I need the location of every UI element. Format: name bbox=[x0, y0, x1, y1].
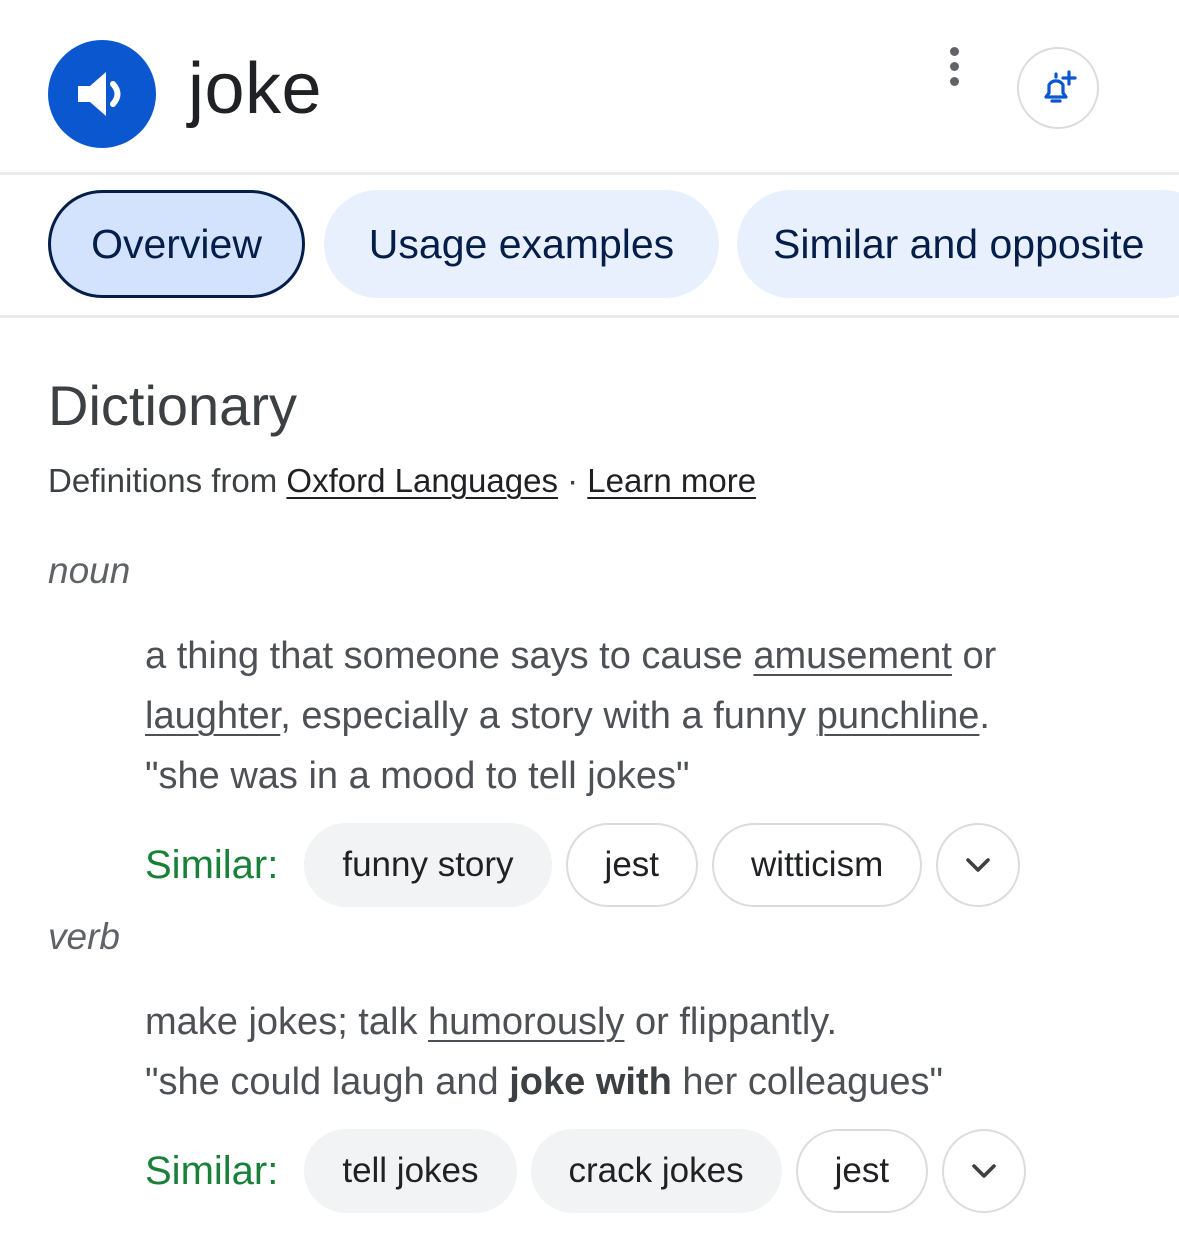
laughter-link[interactable]: laughter bbox=[145, 695, 280, 737]
tab-similar-and-opposite[interactable]: Similar and opposite bbox=[737, 190, 1179, 298]
more-vert-icon bbox=[949, 46, 959, 56]
section-title: Dictionary bbox=[48, 374, 297, 437]
chevron-down-icon bbox=[972, 1164, 996, 1178]
similar-chip-jest[interactable]: jest bbox=[795, 1129, 929, 1213]
similar-chip-funny-story[interactable]: funny story bbox=[304, 823, 552, 907]
tab-bar: Overview Usage examples Similar and oppo… bbox=[0, 175, 1179, 315]
expand-similar-button[interactable] bbox=[936, 823, 1021, 907]
oxford-languages-link[interactable]: Oxford Languages bbox=[286, 462, 558, 499]
tab-label: Similar and opposite bbox=[773, 220, 1145, 267]
part-of-speech-noun: noun bbox=[48, 550, 131, 591]
similar-chip-tell-jokes[interactable]: tell jokes bbox=[304, 1129, 517, 1213]
add-alert-bell-icon bbox=[1044, 70, 1077, 103]
noun-similar-row: Similar: funny story jest witticism bbox=[145, 823, 1021, 907]
noun-example: "she was in a mood to tell jokes" bbox=[145, 755, 690, 797]
tab-label: Usage examples bbox=[368, 220, 675, 267]
volume-speaker-icon bbox=[78, 72, 121, 116]
tabs-divider bbox=[0, 315, 1179, 318]
more-options-button[interactable] bbox=[934, 42, 974, 90]
tab-label: Overview bbox=[91, 220, 262, 267]
pronounce-button[interactable] bbox=[48, 40, 156, 148]
verb-definition: make jokes; talk humorously or flippantl… bbox=[145, 1001, 838, 1043]
similar-chip-jest[interactable]: jest bbox=[565, 823, 699, 907]
similar-label: Similar: bbox=[145, 842, 279, 887]
verb-example: "she could laugh and joke with her colle… bbox=[145, 1061, 944, 1103]
humorously-link[interactable]: humorously bbox=[428, 1001, 624, 1043]
word-header: joke bbox=[0, 0, 1179, 172]
amusement-link[interactable]: amusement bbox=[753, 635, 952, 677]
example-highlight: joke with bbox=[509, 1061, 672, 1103]
source-attribution: Definitions from Oxford Languages · Lear… bbox=[48, 458, 756, 504]
tab-overview[interactable]: Overview bbox=[48, 190, 305, 298]
source-prefix: Definitions from bbox=[48, 462, 278, 499]
verb-similar-row: Similar: tell jokes crack jokes jest bbox=[145, 1129, 1027, 1213]
tab-usage-examples[interactable]: Usage examples bbox=[324, 190, 719, 298]
similar-chip-crack-jokes[interactable]: crack jokes bbox=[530, 1129, 782, 1213]
part-of-speech-verb: verb bbox=[48, 916, 120, 957]
noun-definition: a thing that someone says to cause amuse… bbox=[145, 635, 997, 737]
punchline-link[interactable]: punchline bbox=[817, 695, 980, 737]
chevron-down-icon bbox=[966, 858, 991, 872]
similar-label: Similar: bbox=[145, 1148, 279, 1193]
add-alert-button[interactable] bbox=[1017, 47, 1099, 129]
word-title: joke bbox=[188, 49, 323, 129]
expand-similar-button[interactable] bbox=[942, 1129, 1027, 1213]
similar-chip-witticism[interactable]: witticism bbox=[712, 823, 923, 907]
separator: · bbox=[567, 462, 579, 499]
learn-more-link[interactable]: Learn more bbox=[587, 462, 756, 499]
